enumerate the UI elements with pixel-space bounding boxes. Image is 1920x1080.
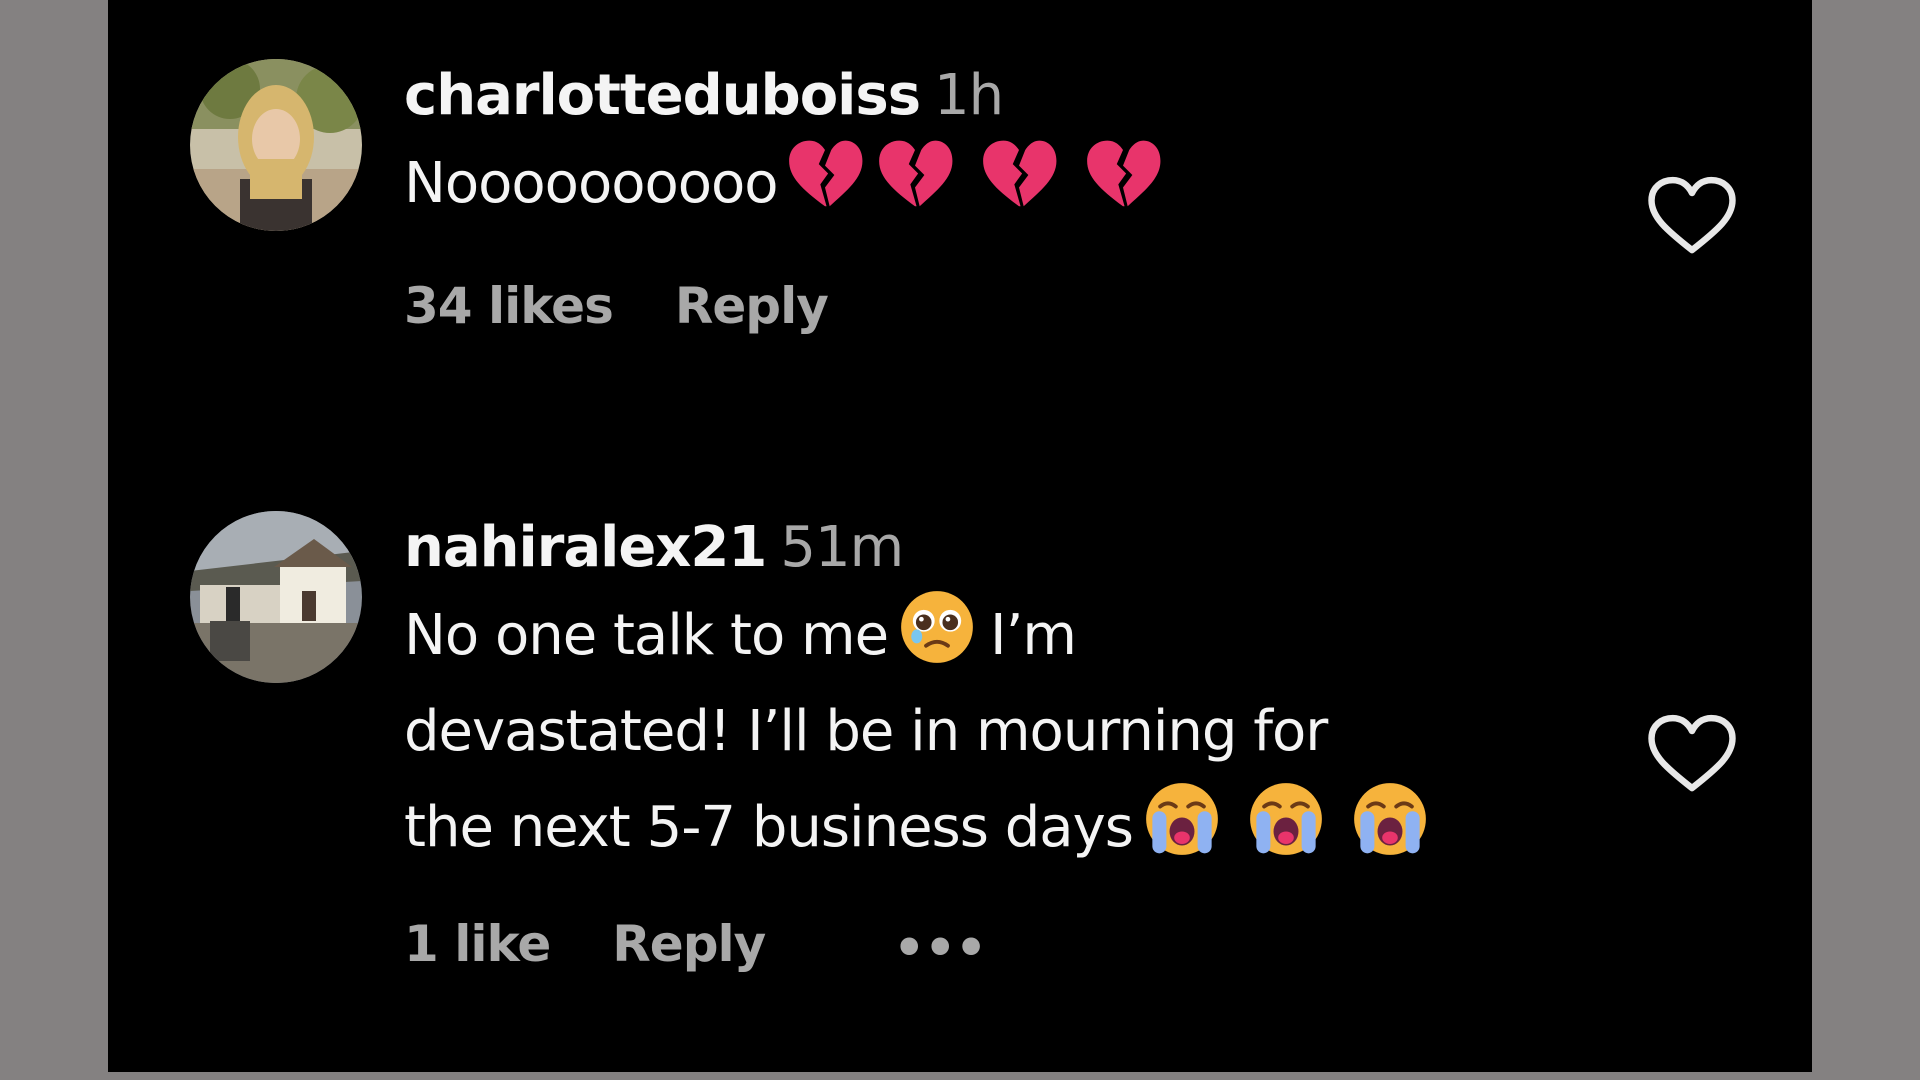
comment-text-line: I’m xyxy=(990,603,1077,668)
comments-panel: charlotteduboiss 1h Noooooooooo 34 likes R… xyxy=(108,0,1812,1072)
comment-text-line: No one talk to me xyxy=(404,603,889,668)
comment-body: nahiralex21 51m No one talk to me I’m deva… xyxy=(404,508,1704,984)
broken-heart-emoji xyxy=(1084,136,1162,214)
reply-button[interactable]: Reply xyxy=(675,270,829,342)
loudly-crying-face-emoji xyxy=(1143,780,1221,858)
comment-text: No one talk to me I’m devastated! I’ll be… xyxy=(404,588,1704,876)
broken-heart-emoji xyxy=(876,136,954,214)
comment-text-line: the next 5-7 business days xyxy=(404,795,1134,860)
avatar[interactable] xyxy=(190,511,362,683)
comment-actions: 34 likes Reply xyxy=(404,270,1704,342)
more-dots-icon[interactable]: ••• xyxy=(893,912,987,984)
timestamp: 1h xyxy=(934,63,1004,128)
comment-header: nahiralex21 51m xyxy=(404,508,1704,588)
username[interactable]: charlotteduboiss xyxy=(404,63,921,128)
broken-heart-emoji xyxy=(786,136,864,214)
broken-heart-emoji xyxy=(980,136,1058,214)
comment-header: charlotteduboiss 1h xyxy=(404,56,1704,136)
loudly-crying-face-emoji xyxy=(1351,780,1429,858)
like-count[interactable]: 1 like xyxy=(404,908,551,980)
comment-actions: 1 like Reply ••• xyxy=(404,908,1704,984)
loudly-crying-face-emoji xyxy=(1247,780,1325,858)
comment-text-line: Noooooooooo xyxy=(404,151,779,216)
comment-body: charlotteduboiss 1h Noooooooooo 34 likes R… xyxy=(404,56,1704,342)
timestamp: 51m xyxy=(780,515,904,580)
username[interactable]: nahiralex21 xyxy=(404,515,767,580)
heart-outline-icon[interactable] xyxy=(1646,712,1738,796)
heart-outline-icon[interactable] xyxy=(1646,174,1738,258)
like-count[interactable]: 34 likes xyxy=(404,270,614,342)
comment-text: Noooooooooo xyxy=(404,136,1704,232)
reply-button[interactable]: Reply xyxy=(612,908,766,980)
avatar[interactable] xyxy=(190,59,362,231)
comment-text-line: devastated! I’ll be in mourning for xyxy=(404,699,1328,764)
pleading-face-emoji xyxy=(898,588,976,666)
